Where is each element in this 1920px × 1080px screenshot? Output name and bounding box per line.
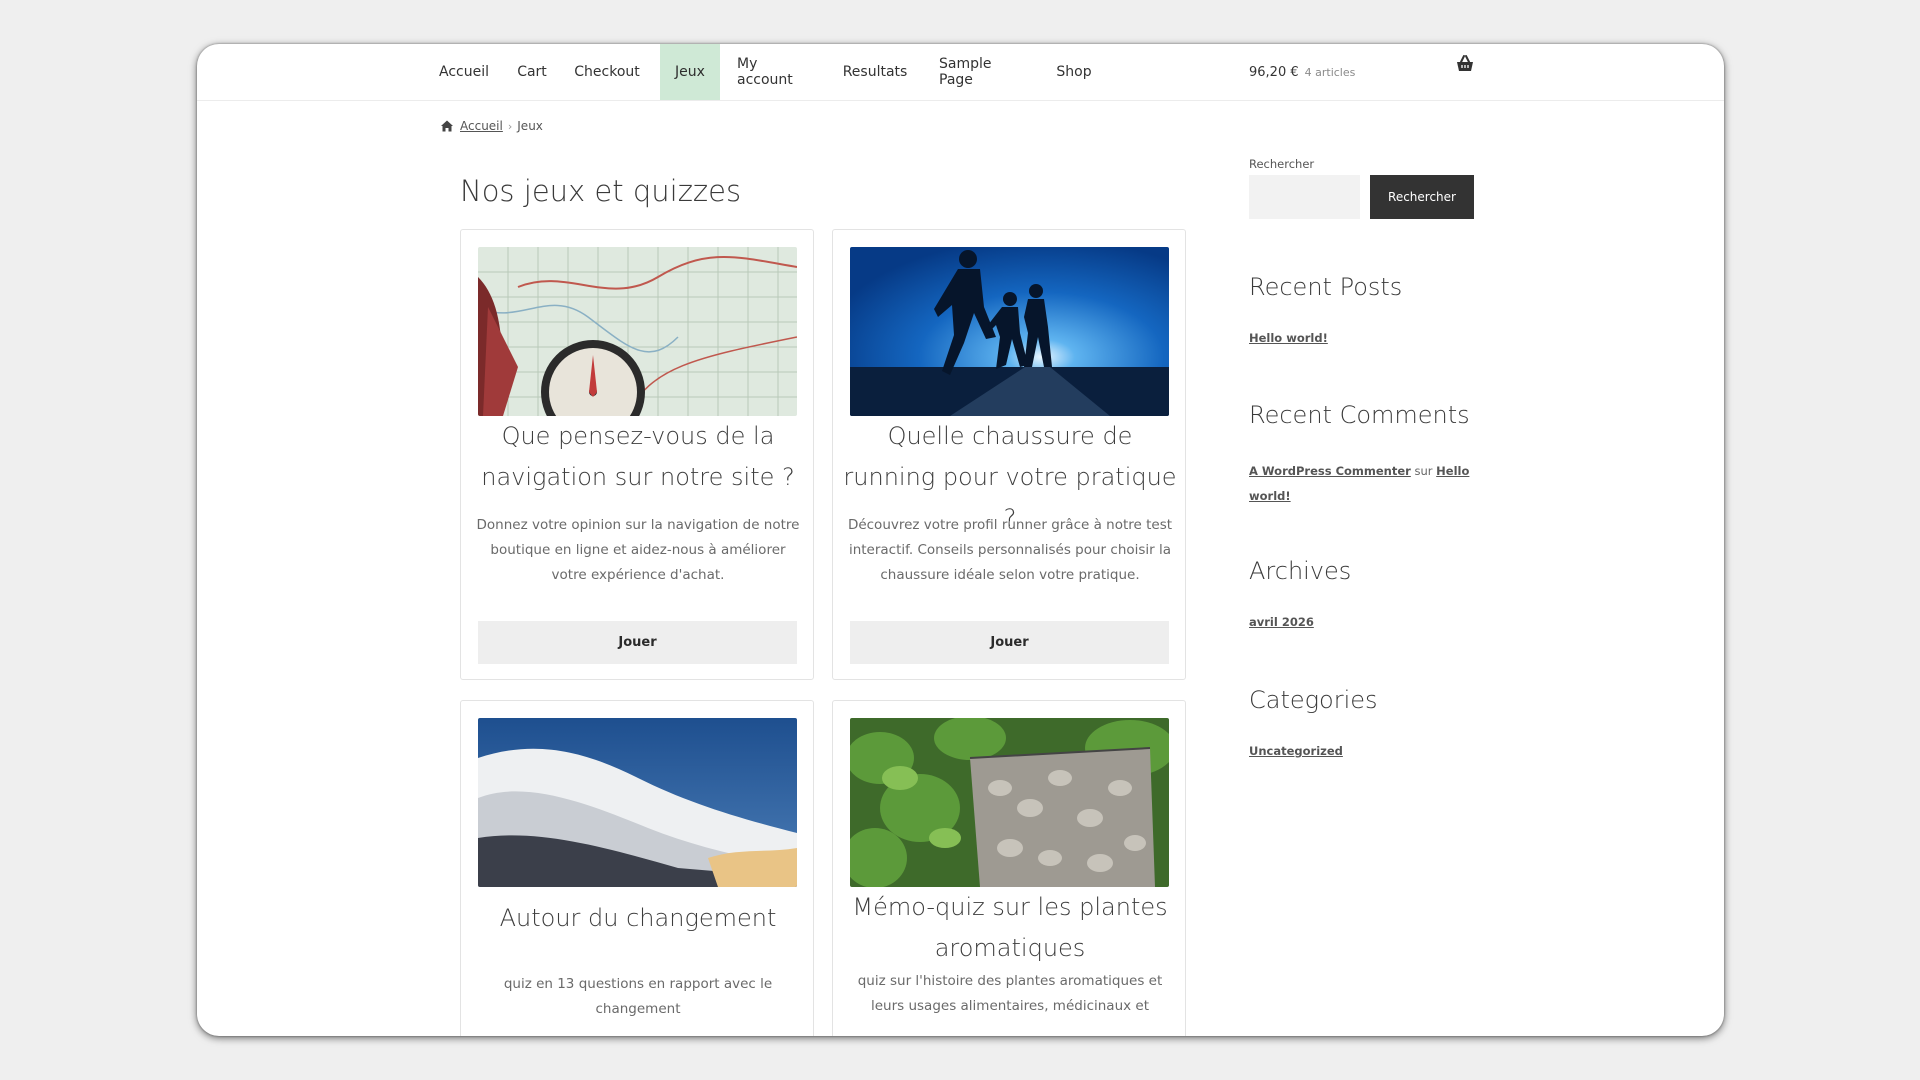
category-link[interactable]: Uncategorized <box>1249 744 1343 758</box>
recent-comments-title: Recent Comments <box>1249 401 1470 429</box>
runners-image[interactable] <box>850 247 1169 416</box>
breadcrumb-home-link[interactable]: Accueil <box>460 119 503 133</box>
card-title[interactable]: Autour du changement <box>471 898 805 939</box>
breadcrumb-current: Jeux <box>517 119 543 133</box>
card-description: quiz sur l'histoire des plantes aromatiq… <box>857 973 1163 1014</box>
comment-author-link[interactable]: A WordPress Commenter <box>1249 464 1411 478</box>
play-button[interactable]: Jouer <box>478 621 797 664</box>
breadcrumb-separator: › <box>507 119 513 133</box>
clouds-sky-image[interactable] <box>478 718 797 887</box>
search-input[interactable] <box>1249 175 1360 219</box>
nav-item-sample-page[interactable]: Sample Page <box>939 44 1025 100</box>
quiz-card: Autour du changement quiz en 13 question… <box>460 700 814 1036</box>
nav-item-jeux[interactable]: Jeux <box>660 44 720 100</box>
card-description: Découvrez votre profil runner grâce à no… <box>847 517 1173 583</box>
nav-item-checkout[interactable]: Checkout <box>574 44 640 100</box>
nav-item-shop[interactable]: Shop <box>1055 44 1093 100</box>
cart-count: 4 articles <box>1304 65 1356 79</box>
archive-link[interactable]: avril 2026 <box>1249 615 1314 629</box>
recent-posts-title: Recent Posts <box>1249 273 1403 301</box>
card-description: Donnez votre opinion sur la navigation d… <box>476 517 800 583</box>
nav-item-accueil[interactable]: Accueil <box>439 44 489 100</box>
card-title[interactable]: Que pensez-vous de la navigation sur not… <box>471 416 805 498</box>
card-description: quiz en 13 questions en rapport avec le … <box>503 976 773 1017</box>
herb-garden-image[interactable] <box>850 718 1169 887</box>
search-button[interactable]: Rechercher <box>1370 175 1474 219</box>
archives-title: Archives <box>1249 557 1352 585</box>
comment-on-text: sur <box>1414 464 1433 478</box>
card-title[interactable]: Mémo-quiz sur les plantes aromatiques <box>843 887 1177 969</box>
quiz-card: Quelle chaussure de running pour votre p… <box>832 229 1186 680</box>
recent-post-link[interactable]: Hello world! <box>1249 331 1328 345</box>
home-icon <box>441 120 453 132</box>
page-title: Nos jeux et quizzes <box>460 174 742 208</box>
nav-item-resultats[interactable]: Resultats <box>843 44 908 100</box>
cart-total: 96,20 € <box>1249 64 1299 80</box>
quiz-card: Que pensez-vous de la navigation sur not… <box>460 229 814 680</box>
recent-comment: A WordPress Commenter sur Hello world! <box>1249 459 1474 509</box>
quiz-card: Mémo-quiz sur les plantes aromatiques qu… <box>832 700 1186 1036</box>
nav-item-my-account[interactable]: My account <box>737 44 813 100</box>
basket-icon[interactable] <box>1455 54 1475 74</box>
categories-title: Categories <box>1249 686 1378 714</box>
cart-summary[interactable]: 96,20 € 4 articles <box>1249 44 1355 100</box>
map-compass-image[interactable] <box>478 247 797 416</box>
breadcrumb: Accueil › Jeux <box>440 119 543 133</box>
search-label: Rechercher <box>1249 157 1315 171</box>
site-header: Accueil Cart Checkout Jeux My account Re… <box>197 44 1724 101</box>
nav-item-cart[interactable]: Cart <box>516 44 548 100</box>
play-button[interactable]: Jouer <box>850 621 1169 664</box>
browser-window: Accueil Cart Checkout Jeux My account Re… <box>197 44 1724 1036</box>
